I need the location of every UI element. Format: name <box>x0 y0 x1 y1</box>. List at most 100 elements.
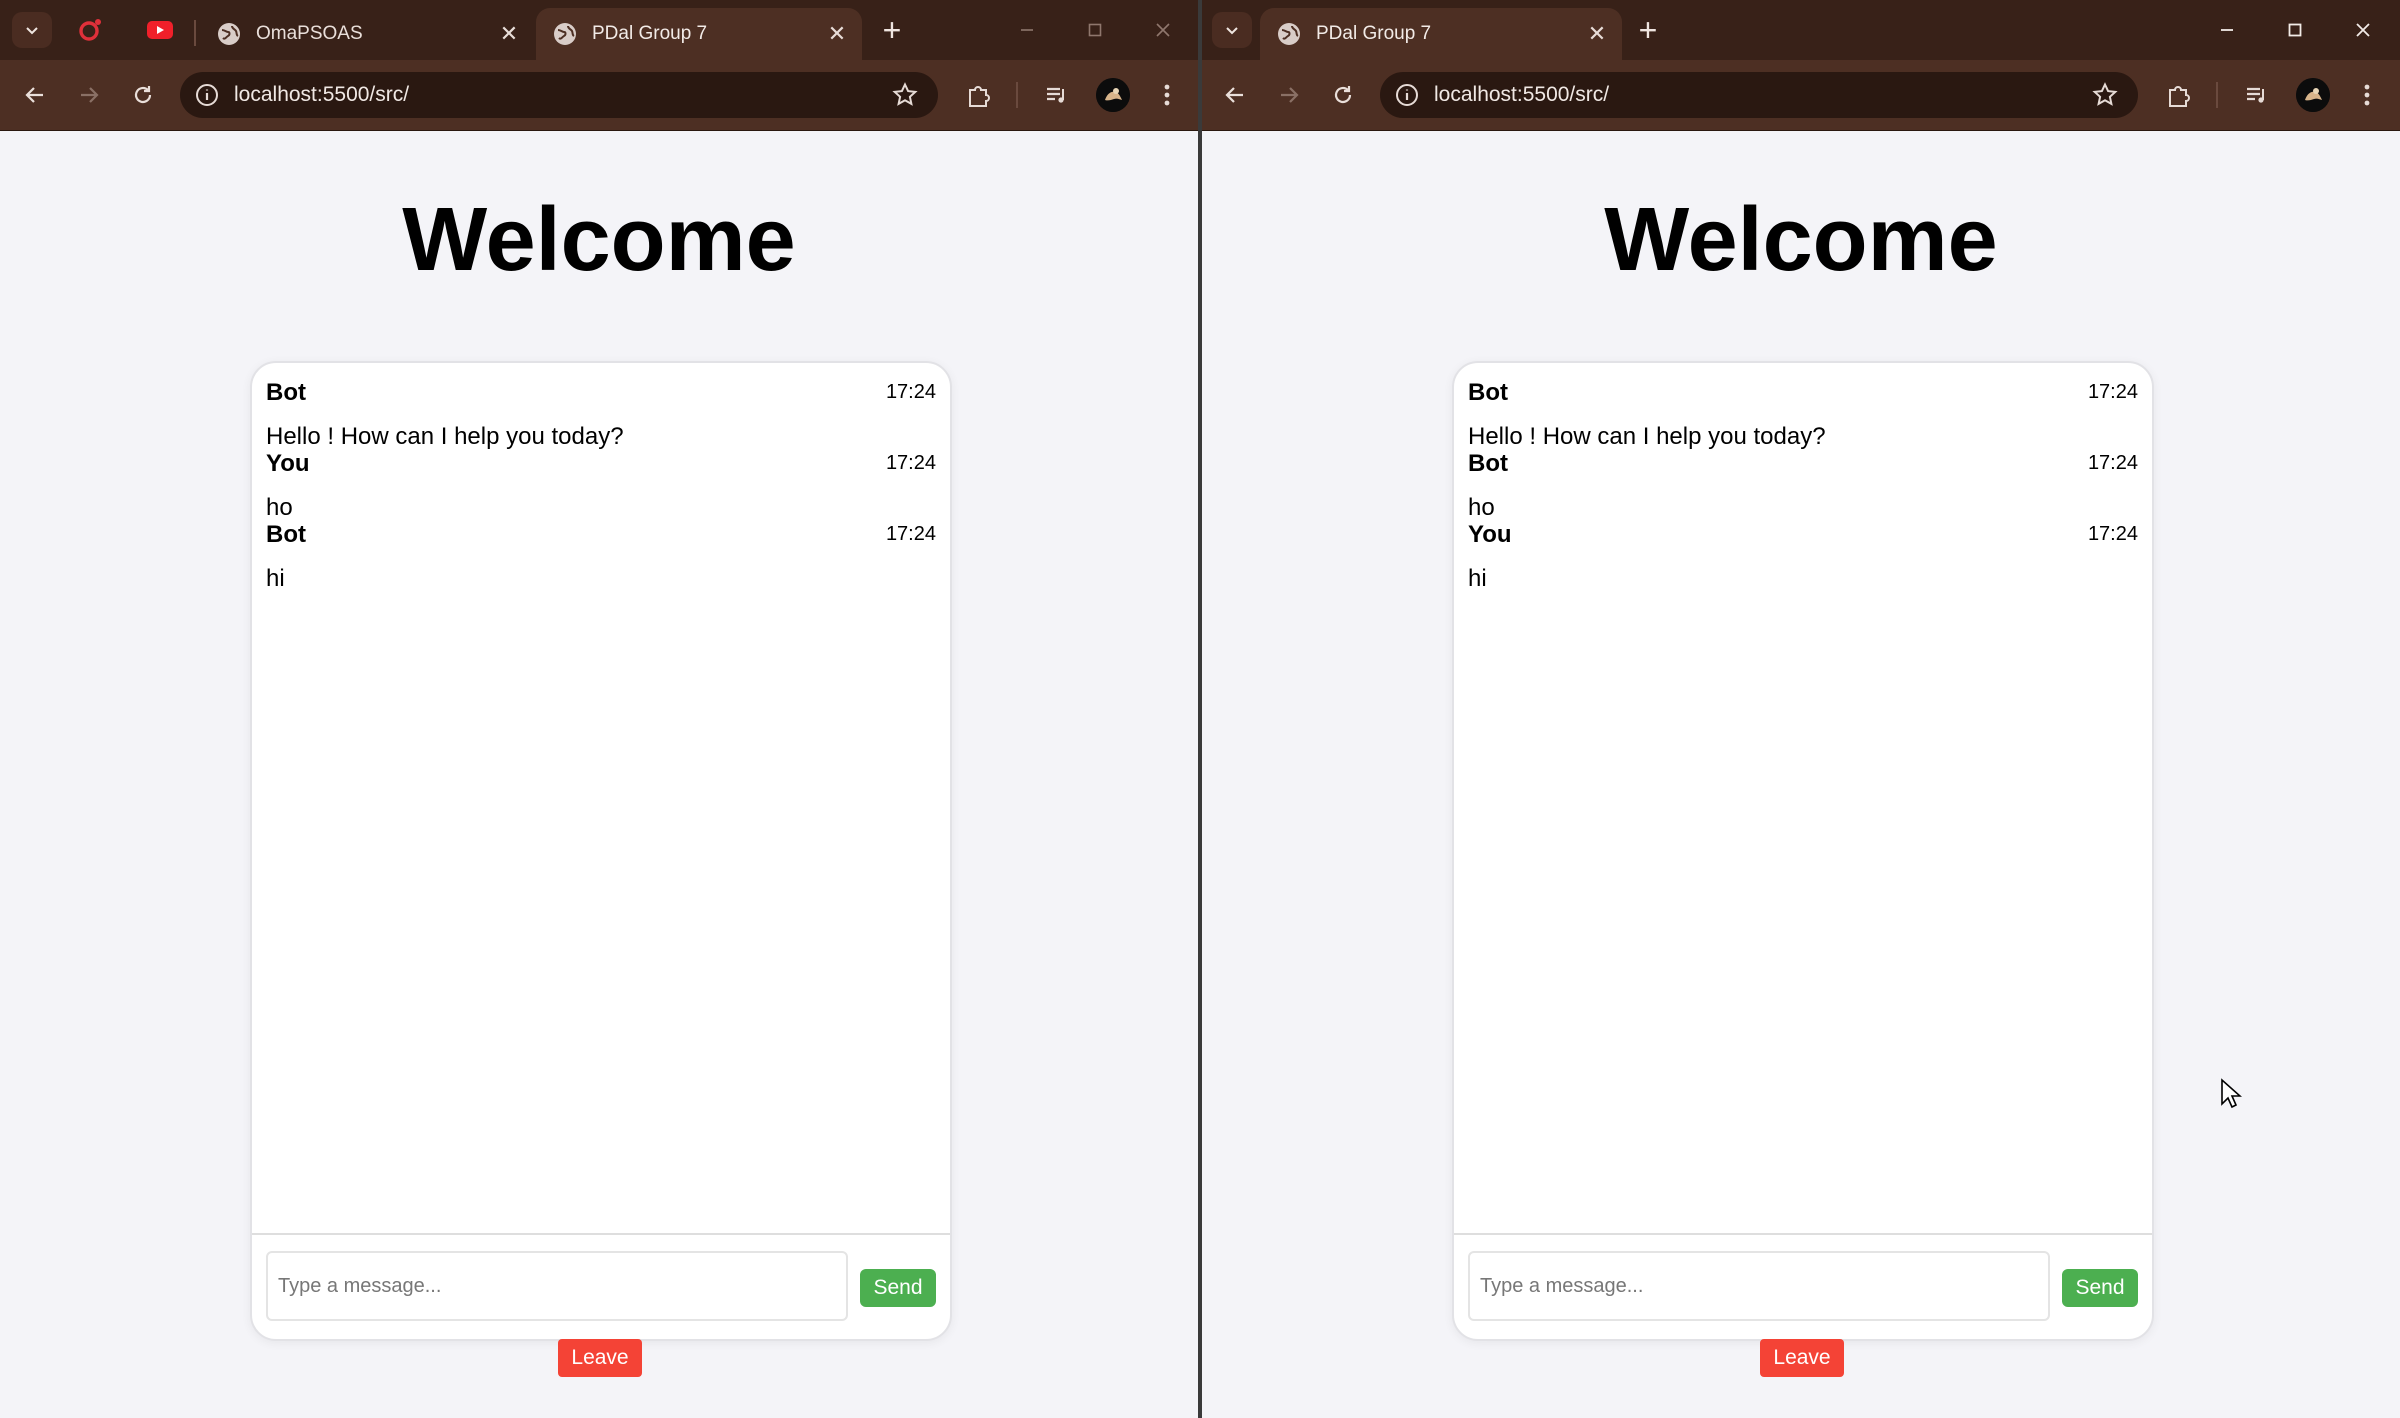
extensions-button[interactable] <box>2162 78 2196 112</box>
close-tab-icon[interactable]: ✕ <box>820 17 854 51</box>
browser-window-left: OmaPSOAS ✕ PDal Group 7 ✕ + localhost:55… <box>0 0 1198 1418</box>
tab-omapsoas[interactable]: OmaPSOAS ✕ <box>200 8 534 60</box>
chat-container: Bot 17:24 Hello ! How can I help you tod… <box>250 361 952 1341</box>
reload-icon <box>1334 86 1352 104</box>
queue-music-icon <box>1047 87 1064 103</box>
pinned-tab-youtube[interactable] <box>144 14 176 46</box>
message-text: Hello ! How can I help you today? <box>266 423 624 450</box>
site-info-icon[interactable] <box>194 82 220 108</box>
new-tab-button[interactable]: + <box>874 12 910 48</box>
more-vertical-icon <box>1164 84 1170 106</box>
message-time: 17:24 <box>885 452 936 474</box>
send-button[interactable]: Send <box>2062 1269 2138 1307</box>
reload-button[interactable] <box>124 76 162 114</box>
message-time: 17:24 <box>2087 452 2138 474</box>
leave-button[interactable]: Leave <box>558 1339 642 1377</box>
tab-title: PDal Group 7 <box>1316 23 1432 44</box>
page-title: Welcome <box>402 190 796 290</box>
message-input[interactable] <box>266 1251 848 1321</box>
message-text: hi <box>266 565 285 592</box>
page-content: Welcome Bot 17:24 Hello ! How can I help… <box>0 131 1198 1418</box>
message-time: 17:24 <box>885 381 936 403</box>
toolbar-separator <box>1016 82 1018 108</box>
media-controls-button[interactable] <box>2240 78 2274 112</box>
opera-icon <box>79 19 101 41</box>
message-time: 17:24 <box>2087 381 2138 403</box>
address-url: localhost:5500/src/ <box>234 83 410 106</box>
reload-button[interactable] <box>1324 76 1362 114</box>
globe-icon <box>218 23 240 45</box>
minimize-button[interactable] <box>2204 10 2250 50</box>
tab-search-button[interactable] <box>12 12 52 48</box>
tab-pdal-group-7[interactable]: PDal Group 7 ✕ <box>1260 8 1622 60</box>
globe-icon <box>1278 23 1300 45</box>
message-input[interactable] <box>1468 1251 2050 1321</box>
bookmark-star-icon[interactable] <box>2090 80 2120 110</box>
message-time: 17:24 <box>2087 523 2138 545</box>
forward-button[interactable] <box>70 76 108 114</box>
message-list[interactable]: Bot 17:24 Hello ! How can I help you tod… <box>252 363 950 1235</box>
maximize-icon <box>1088 23 1102 37</box>
reload-icon <box>134 86 152 104</box>
send-button[interactable]: Send <box>860 1269 936 1307</box>
site-info-icon[interactable] <box>1394 82 1420 108</box>
tab-strip: OmaPSOAS ✕ PDal Group 7 ✕ + <box>0 0 1198 60</box>
address-url: localhost:5500/src/ <box>1434 83 1610 106</box>
back-button[interactable] <box>1216 76 1254 114</box>
profile-avatar[interactable] <box>2296 78 2330 112</box>
mouse-pointer-icon <box>2221 1078 2242 1109</box>
puzzle-icon <box>969 86 990 107</box>
address-bar[interactable]: localhost:5500/src/ <box>180 72 938 118</box>
pinned-tab-opera[interactable] <box>74 14 106 46</box>
profile-avatar[interactable] <box>1096 78 1130 112</box>
avatar-icon <box>1096 78 1130 112</box>
chat-container: Bot 17:24 Hello ! How can I help you tod… <box>1452 361 2154 1341</box>
address-bar[interactable]: localhost:5500/src/ <box>1380 72 2138 118</box>
tab-pdal-group-7[interactable]: PDal Group 7 ✕ <box>536 8 862 60</box>
message-sender: You <box>266 450 310 477</box>
menu-button[interactable] <box>1150 78 1184 112</box>
close-tab-icon[interactable]: ✕ <box>1580 17 1614 51</box>
leave-button[interactable]: Leave <box>1760 1339 1844 1377</box>
bookmark-star-icon[interactable] <box>890 80 920 110</box>
minimize-icon <box>1021 29 1033 31</box>
chevron-down-icon <box>1226 27 1238 35</box>
arrow-right-icon <box>1281 87 1299 103</box>
close-window-button[interactable] <box>2340 10 2386 50</box>
arrow-right-icon <box>81 87 99 103</box>
message-time: 17:24 <box>885 523 936 545</box>
forward-button[interactable] <box>1270 76 1308 114</box>
media-controls-button[interactable] <box>1040 78 1074 112</box>
youtube-icon <box>147 21 173 39</box>
maximize-button[interactable] <box>1072 10 1118 50</box>
message-sender: Bot <box>1468 450 1508 477</box>
close-icon <box>1156 23 1170 37</box>
arrow-left-icon <box>25 87 43 103</box>
close-window-button[interactable] <box>1140 10 1186 50</box>
close-tab-icon[interactable]: ✕ <box>492 17 526 51</box>
tab-title: PDal Group 7 <box>592 23 708 44</box>
message-sender: Bot <box>1468 379 1508 406</box>
tab-separator <box>194 20 196 46</box>
message-text: ho <box>266 494 293 521</box>
page-title: Welcome <box>1604 190 1998 290</box>
close-icon <box>2356 23 2370 37</box>
new-tab-button[interactable]: + <box>1630 12 1666 48</box>
minimize-button[interactable] <box>1004 10 1050 50</box>
message-sender: Bot <box>266 521 306 548</box>
message-text: ho <box>1468 494 1495 521</box>
tab-title: OmaPSOAS <box>256 23 363 44</box>
tab-search-button[interactable] <box>1212 12 1252 48</box>
message-sender: Bot <box>266 379 306 406</box>
menu-button[interactable] <box>2350 78 2384 112</box>
message-list[interactable]: Bot 17:24 Hello ! How can I help you tod… <box>1454 363 2152 1235</box>
avatar-icon <box>2296 78 2330 112</box>
message-text: Hello ! How can I help you today? <box>1468 423 1826 450</box>
maximize-button[interactable] <box>2272 10 2318 50</box>
message-text: hi <box>1468 565 1487 592</box>
composer: Send <box>252 1235 950 1339</box>
back-button[interactable] <box>16 76 54 114</box>
maximize-icon <box>2288 23 2302 37</box>
tab-strip: PDal Group 7 ✕ + <box>1202 0 2400 60</box>
extensions-button[interactable] <box>962 78 996 112</box>
